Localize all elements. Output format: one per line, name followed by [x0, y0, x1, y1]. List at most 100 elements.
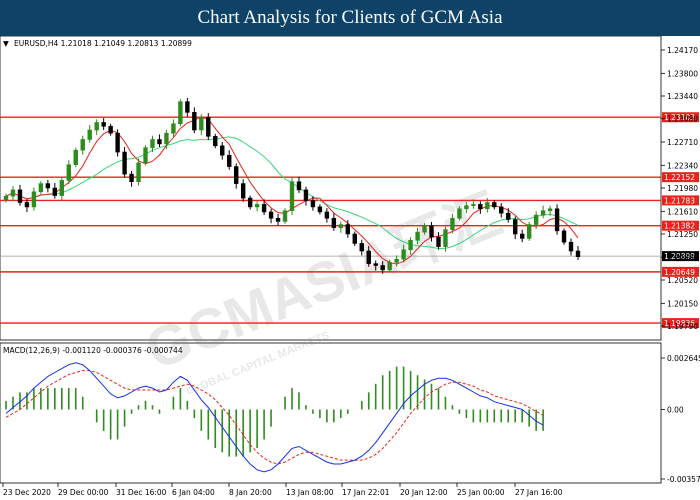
candle-bull: [150, 139, 155, 148]
symbol-dropdown-icon[interactable]: ▼: [3, 39, 9, 48]
candle-bear: [247, 197, 253, 208]
price-tick-label: 1.20150: [667, 299, 698, 308]
candle-bull: [464, 205, 469, 210]
candle-bull: [540, 210, 546, 216]
macd-info: MACD(12,26,9) -0.001120 -0.000376 -0.000…: [3, 346, 183, 355]
candle-bear: [506, 212, 511, 220]
candle-bull: [80, 139, 85, 151]
candle-bull: [171, 123, 176, 134]
candle-bull: [254, 204, 260, 208]
candle-bull: [199, 117, 204, 131]
candle-bull: [73, 149, 78, 165]
candle-bull: [471, 204, 476, 206]
candle-bull: [87, 129, 92, 140]
level-price-label: 1.22152: [664, 173, 695, 182]
candle-bull: [164, 132, 169, 145]
time-tick-label: 13 Jan 08:00: [286, 488, 334, 497]
candle-bull: [3, 195, 9, 201]
candle-bear: [122, 151, 127, 175]
candle-bear: [101, 122, 106, 127]
candle-bull: [533, 214, 539, 225]
candle-bear: [366, 250, 371, 264]
candle-bear: [310, 200, 316, 208]
time-tick-label: 23 Dec 2020: [3, 488, 51, 497]
price-tick-label: 1.23080: [667, 115, 698, 124]
candle-bear: [561, 230, 567, 243]
candle-bear: [227, 154, 232, 167]
candle-bull: [38, 183, 44, 193]
candle-bull: [59, 180, 65, 196]
level-price-label: 1.21783: [664, 196, 695, 205]
candle-bear: [52, 187, 58, 196]
candle-bear: [568, 241, 574, 252]
macd-panel: [0, 342, 662, 484]
macd-tick-label: 0.002645: [667, 354, 700, 363]
trading-chart[interactable]: GCMASIA环汇 GLOBAL CAPITAL MARKETS 1.23103…: [0, 36, 700, 500]
candle-bear: [17, 189, 23, 203]
price-tick-label: 1.20880: [667, 253, 698, 262]
candle-bull: [401, 249, 406, 260]
candle-bull: [415, 231, 420, 241]
time-tick-label: 20 Jan 12:00: [400, 488, 448, 497]
candle-bull: [408, 240, 413, 251]
candle-bear: [108, 125, 113, 134]
candle-bear: [380, 265, 385, 271]
time-tick-label: 8 Jan 20:00: [229, 488, 272, 497]
candle-bear: [499, 206, 504, 214]
candle-bear: [129, 173, 134, 182]
candle-bear: [185, 101, 190, 113]
candle-bull: [394, 258, 399, 263]
candle-bear: [317, 206, 323, 213]
price-tick-label: 1.22340: [667, 161, 698, 170]
time-tick-label: 31 Dec 16:00: [116, 488, 167, 497]
candle-bull: [422, 225, 427, 233]
time-axis: 23 Dec 2020 29 Dec 00:00 31 Dec 16:00 6 Jan…: [2, 483, 563, 497]
price-tick-label: 1.20520: [667, 276, 698, 285]
candle-bull: [94, 122, 99, 131]
candle-bear: [519, 233, 525, 239]
price-tick-label: 1.23440: [667, 92, 698, 101]
candle-bear: [575, 250, 581, 257]
candle-bear: [492, 202, 497, 208]
candle-bull: [547, 208, 553, 211]
candle-bull: [282, 210, 288, 222]
candle-bear: [373, 263, 378, 266]
candle-bear: [240, 183, 246, 199]
candle-bear: [261, 204, 267, 213]
candle-bear: [429, 225, 434, 238]
candle-bear: [331, 217, 337, 228]
candle-bear: [513, 219, 518, 235]
price-tick-label: 1.21980: [667, 184, 698, 193]
candle-bear: [192, 112, 197, 131]
candle-bear: [268, 211, 274, 219]
candle-bull: [450, 217, 455, 230]
candle-bear: [157, 139, 162, 145]
page-title: Chart Analysis for Clients of GCM Asia: [0, 0, 700, 36]
candle-bear: [554, 208, 560, 232]
price-tick-label: 1.19790: [667, 322, 698, 331]
time-tick-label: 27 Jan 16:00: [515, 488, 563, 497]
price-tick-label: 1.24170: [667, 46, 698, 55]
time-tick-label: 29 Dec 00:00: [58, 488, 109, 497]
candle-bear: [206, 117, 211, 137]
time-tick-label: 25 Jan 00:00: [457, 488, 505, 497]
candle-bear: [352, 233, 357, 244]
candle-bull: [289, 181, 295, 211]
candle-bear: [296, 181, 302, 191]
candle-bear: [115, 132, 120, 153]
candle-bull: [457, 208, 462, 219]
candle-bull: [387, 262, 392, 271]
candle-bull: [338, 224, 344, 228]
candle-bear: [359, 243, 364, 252]
price-tick-label: 1.23800: [667, 69, 698, 78]
candle-bear: [45, 183, 51, 189]
candle-bull: [178, 101, 183, 125]
price-tick-label: 1.22710: [667, 138, 698, 147]
candle-bull: [10, 189, 16, 197]
candle-bull: [485, 202, 490, 210]
candle-bear: [345, 224, 351, 235]
macd-tick-label: 0.00: [667, 405, 684, 414]
candle-bear: [324, 211, 330, 219]
time-tick-label: 17 Jan 22:01: [342, 488, 390, 497]
candle-bear: [220, 145, 225, 156]
